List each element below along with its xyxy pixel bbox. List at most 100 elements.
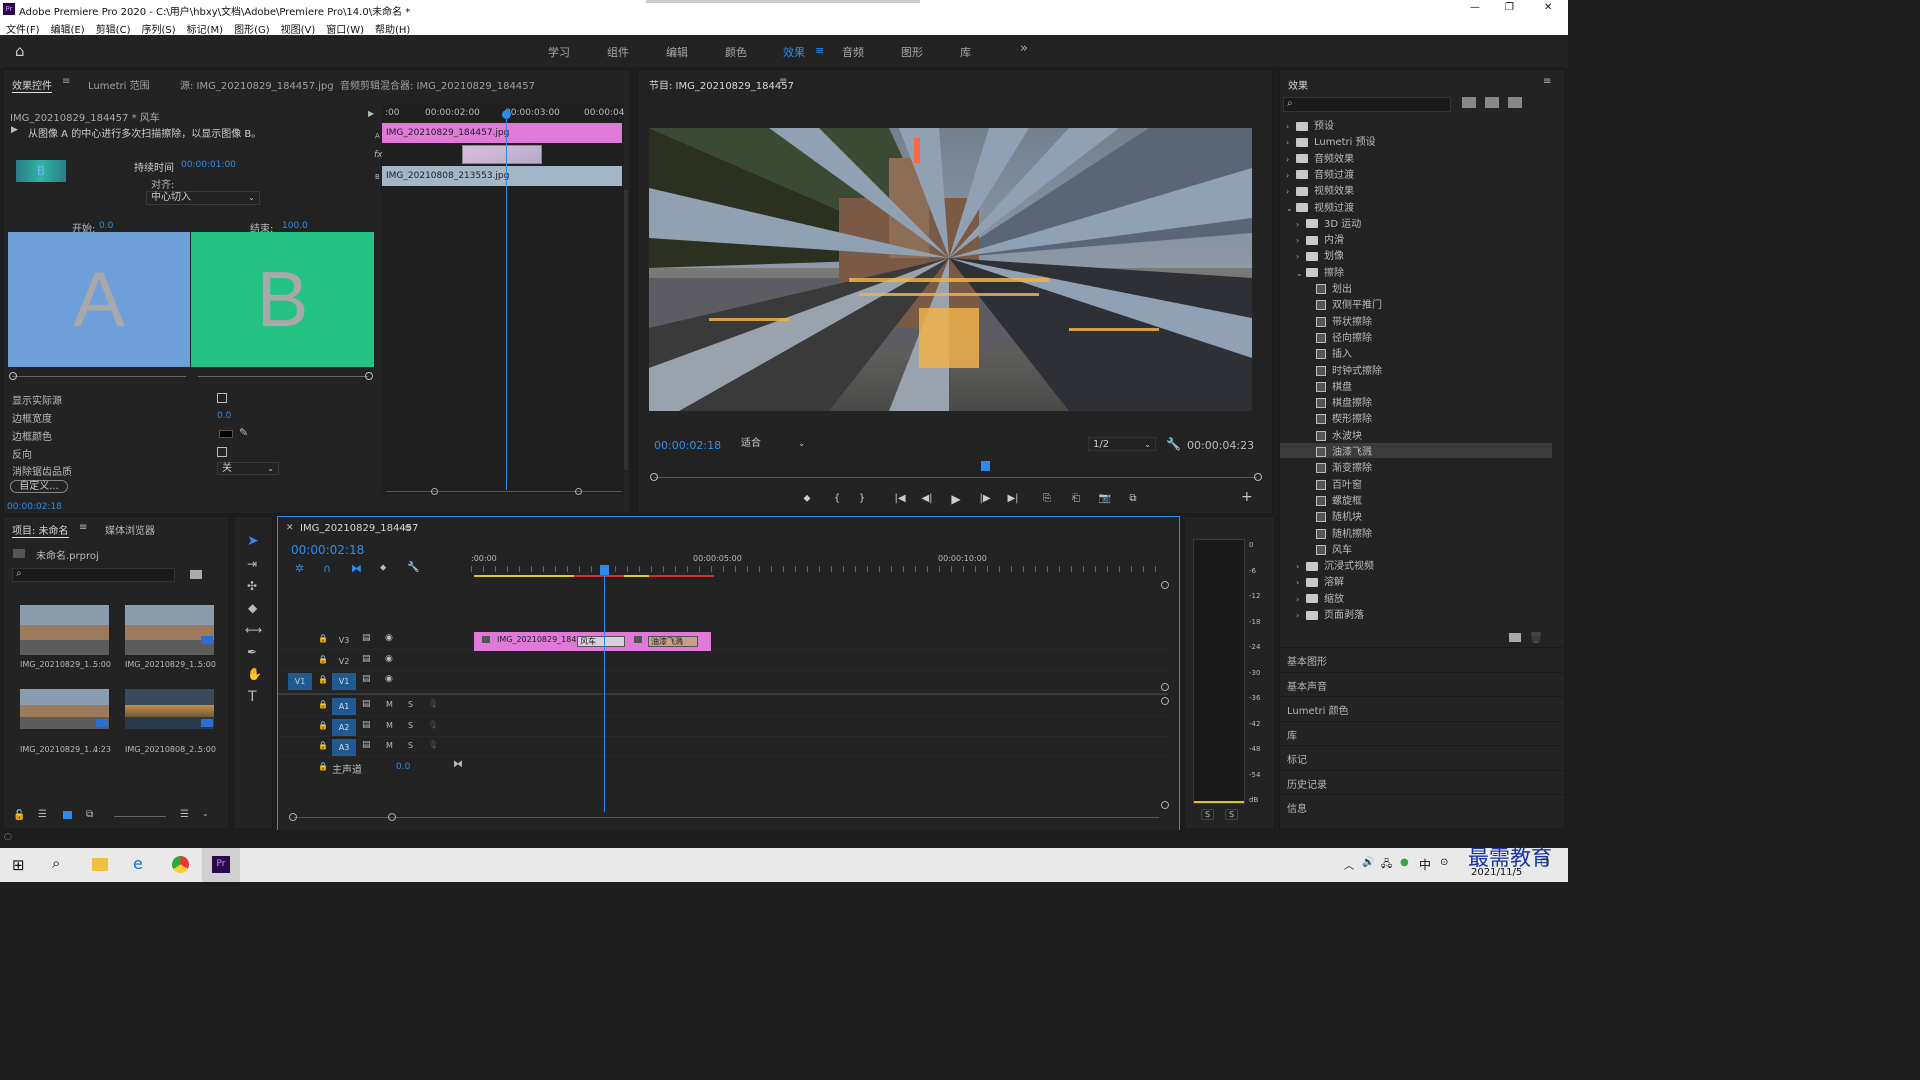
expand-arrow-icon[interactable]: ▶ [368, 109, 374, 118]
timeline-vscroll-bottom[interactable] [1161, 801, 1169, 809]
close-icon[interactable]: ✕ [286, 523, 294, 533]
workspace-tab-graphics[interactable]: 图形 [901, 44, 923, 60]
collapsed-panel-tab[interactable]: 库 [1280, 720, 1564, 744]
effect-folder[interactable]: › 页面剥落 [1280, 606, 1552, 621]
workspace-menu-icon[interactable]: ≡ [815, 44, 824, 57]
panel-menu-icon[interactable]: ≡ [62, 76, 70, 87]
new-bin-icon[interactable] [190, 570, 202, 579]
lock-icon[interactable]: 🔒 [318, 700, 328, 709]
step-forward-button[interactable]: |▶ [974, 490, 996, 508]
track-target[interactable]: A3 [332, 739, 356, 756]
play-button[interactable]: ▶ [945, 490, 967, 508]
effect-item[interactable]: 随机块 [1280, 508, 1552, 523]
chrome-browser-icon[interactable] [172, 856, 189, 873]
chevron-down-icon[interactable]: ⌄ [1286, 204, 1296, 213]
effect-folder[interactable]: › 溶解 [1280, 573, 1552, 588]
minimize-button[interactable]: — [1470, 2, 1480, 13]
ec-clip-b[interactable]: IMG_20210808_213553.jpg [382, 166, 622, 186]
program-scrub-end[interactable] [1254, 473, 1262, 481]
sort-icon[interactable]: ☰ [180, 809, 189, 820]
track-target[interactable]: V3 [332, 632, 356, 649]
effect-folder[interactable]: › 沉浸式视频 [1280, 557, 1552, 572]
show-source-checkbox[interactable] [217, 393, 227, 403]
effect-item[interactable]: 油漆飞溅 [1280, 443, 1552, 458]
panel-menu-icon[interactable]: ≡ [79, 522, 87, 533]
chevron-right-icon[interactable]: › [1296, 611, 1306, 620]
tab-effect-controls[interactable]: 效果控件 [12, 77, 52, 93]
reverse-checkbox[interactable] [217, 447, 227, 457]
workspace-more-button[interactable]: » [1020, 41, 1028, 56]
workspace-tab-audio[interactable]: 音频 [842, 44, 864, 60]
mute-button[interactable]: M [386, 700, 393, 709]
chevron-right-icon[interactable]: › [1286, 122, 1296, 131]
end-slider-handle[interactable] [365, 372, 373, 380]
program-scrub-start[interactable] [650, 473, 658, 481]
ec-zoom-scrollbar[interactable] [386, 491, 622, 492]
tray-chevron-icon[interactable]: ︿ [1344, 857, 1354, 872]
effect-folder[interactable]: ⌄ 擦除 [1280, 264, 1552, 279]
chevron-right-icon[interactable]: › [1286, 171, 1296, 180]
effect-item[interactable]: 带状擦除 [1280, 313, 1552, 328]
menu-clip[interactable]: 剪辑(C) [96, 21, 131, 36]
pen-tool-icon[interactable]: ✒ [247, 645, 257, 659]
menu-view[interactable]: 视图(V) [281, 21, 316, 36]
step-back-button[interactable]: ◀| [916, 490, 938, 508]
chevron-right-icon[interactable]: › [1286, 155, 1296, 164]
eye-icon[interactable]: ◉ [385, 633, 393, 643]
transition-windmill[interactable]: 风车 [577, 636, 625, 647]
list-view-icon[interactable]: ☰ [38, 809, 47, 820]
add-marker-button[interactable]: ⬥ [796, 490, 818, 508]
tray-icon[interactable]: ⊙ [1440, 857, 1448, 868]
hand-tool-icon[interactable]: ✋ [247, 667, 262, 681]
collapsed-panel-tab[interactable]: 基本图形 [1280, 647, 1564, 670]
lock-icon[interactable]: 🔒 [318, 675, 328, 684]
microphone-icon[interactable]: 🎙 [428, 720, 438, 729]
timeline-vscroll-top[interactable] [1161, 581, 1169, 589]
tab-project[interactable]: 项目: 未命名 [12, 522, 69, 538]
add-marker-icon[interactable]: ⬥ [380, 563, 386, 573]
fit-dropdown[interactable]: 适合 ⌄ [741, 437, 809, 451]
razor-tool-icon[interactable]: ◆ [248, 601, 257, 615]
effect-item[interactable]: 径向擦除 [1280, 329, 1552, 344]
effect-item[interactable]: 渐变擦除 [1280, 459, 1552, 474]
tab-source[interactable]: 源: IMG_20210829_184457.jpg [180, 77, 334, 92]
lock-icon[interactable]: 🔒 [318, 762, 328, 771]
lock-icon[interactable]: 🔒 [318, 721, 328, 730]
workspace-tab-color[interactable]: 颜色 [725, 44, 747, 60]
effect-item[interactable]: 螺旋框 [1280, 492, 1552, 507]
search-icon[interactable]: ⌕ [52, 854, 60, 872]
effect-folder[interactable]: › 3D 运动 [1280, 215, 1552, 230]
nest-sequence-icon[interactable]: ✲ [295, 562, 304, 575]
project-item[interactable] [125, 605, 214, 655]
start-slider[interactable] [12, 376, 186, 377]
align-dropdown[interactable]: 中心切入 ⌄ [146, 191, 260, 205]
track-target[interactable]: V1 [332, 673, 356, 690]
track-target[interactable]: A2 [332, 718, 356, 736]
duration-value[interactable]: 00:00:01:00 [181, 160, 236, 170]
chevron-right-icon[interactable]: › [1286, 138, 1296, 147]
yuv-effects-icon[interactable] [1508, 97, 1522, 108]
eye-icon[interactable]: ◉ [385, 674, 393, 684]
collapsed-panel-tab[interactable]: Lumetri 颜色 [1280, 696, 1564, 719]
new-bin-icon[interactable] [1509, 633, 1521, 642]
timeline-hscroll-left[interactable] [289, 813, 297, 821]
workspace-tab-effects[interactable]: 效果 [783, 44, 805, 60]
menu-edit[interactable]: 编辑(E) [51, 21, 85, 36]
timeline-playhead[interactable] [600, 565, 609, 575]
start-slider-handle[interactable] [9, 372, 17, 380]
chevron-right-icon[interactable]: › [1296, 252, 1306, 261]
tray-app-icon[interactable]: ● [1400, 857, 1409, 868]
effect-folder[interactable]: › 内滑 [1280, 231, 1552, 246]
home-icon[interactable]: ⌂ [15, 42, 25, 60]
go-to-out-button[interactable]: ▶| [1002, 490, 1024, 508]
effect-item[interactable]: 时钟式擦除 [1280, 362, 1552, 377]
menu-help[interactable]: 帮助(H) [375, 21, 410, 36]
mute-button[interactable]: M [386, 721, 393, 730]
collapsed-panel-tab[interactable]: 标记 [1280, 745, 1564, 768]
solo-left-button[interactable]: S [1201, 809, 1215, 820]
type-tool-icon[interactable]: T [248, 689, 257, 705]
program-playhead[interactable] [981, 461, 990, 471]
linked-selection-icon[interactable]: ⧓ [351, 562, 362, 575]
tab-media-browser[interactable]: 媒体浏览器 [105, 522, 155, 537]
camera-icon[interactable]: 📷 [1094, 490, 1116, 508]
